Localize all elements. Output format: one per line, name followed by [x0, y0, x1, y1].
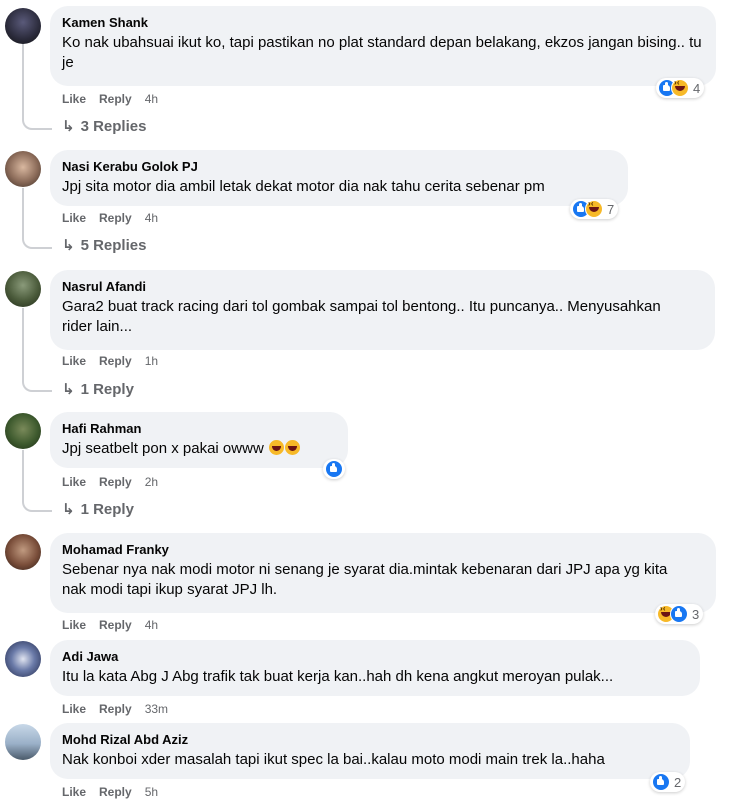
thread-line: [22, 308, 52, 392]
reply-button[interactable]: Reply: [99, 618, 132, 632]
view-replies-link[interactable]: ↳ 3 Replies: [62, 117, 146, 135]
like-button[interactable]: Like: [62, 211, 86, 225]
comment-timestamp[interactable]: 4h: [145, 618, 158, 632]
comment-text-body: Jpj seatbelt pon x pakai owww: [62, 440, 264, 457]
comment-actions: Like Reply 4h: [62, 618, 171, 632]
reaction-summary[interactable]: 3: [655, 604, 704, 624]
comment-author[interactable]: Nasrul Afandi: [62, 278, 703, 295]
laughing-emoji-icon: [268, 440, 284, 455]
avatar[interactable]: [5, 641, 41, 677]
reply-button[interactable]: Reply: [99, 785, 132, 799]
reaction-summary[interactable]: 7: [570, 199, 619, 219]
reaction-summary[interactable]: 2: [650, 772, 686, 792]
avatar[interactable]: [5, 8, 41, 44]
reply-button[interactable]: Reply: [99, 92, 132, 106]
comment-bubble: Kamen Shank Ko nak ubahsuai ikut ko, tap…: [50, 6, 716, 86]
like-icon: [652, 773, 670, 791]
like-icon: [670, 605, 688, 623]
comment-author[interactable]: Nasi Kerabu Golok PJ: [62, 158, 616, 175]
comment-text: Jpj sita motor dia ambil letak dekat mot…: [62, 178, 545, 195]
reply-arrow-icon: ↳: [62, 381, 75, 398]
laughing-emoji-icon: [284, 440, 300, 455]
haha-icon: [585, 199, 603, 218]
reaction-count: 2: [674, 774, 682, 790]
view-replies-link[interactable]: ↳ 5 Replies: [62, 236, 146, 254]
comment-author[interactable]: Hafi Rahman: [62, 420, 336, 437]
reply-button[interactable]: Reply: [99, 354, 132, 368]
comment-bubble: Hafi Rahman Jpj seatbelt pon x pakai oww…: [50, 412, 348, 468]
avatar[interactable]: [5, 724, 41, 760]
reaction-summary[interactable]: [323, 459, 345, 479]
comment-text: Ko nak ubahsuai ikut ko, tapi pastikan n…: [62, 34, 702, 71]
comment-text: Itu la kata Abg J Abg trafik tak buat ke…: [62, 668, 614, 685]
like-button[interactable]: Like: [62, 702, 86, 716]
like-button[interactable]: Like: [62, 475, 86, 489]
comment-author[interactable]: Adi Jawa: [62, 648, 688, 665]
comment-author[interactable]: Kamen Shank: [62, 14, 704, 31]
reply-arrow-icon: ↳: [62, 501, 75, 518]
like-button[interactable]: Like: [62, 785, 86, 799]
reply-button[interactable]: Reply: [99, 475, 132, 489]
reply-button[interactable]: Reply: [99, 211, 132, 225]
comment-author[interactable]: Mohamad Franky: [62, 541, 704, 558]
comment-timestamp[interactable]: 4h: [145, 211, 158, 225]
like-icon: [325, 460, 343, 478]
comment-actions: Like Reply 1h: [62, 354, 171, 368]
thread-line: [22, 44, 52, 130]
avatar[interactable]: [5, 413, 41, 449]
reaction-summary[interactable]: 4: [656, 78, 705, 98]
comment-timestamp[interactable]: 1h: [145, 354, 158, 368]
view-replies-link[interactable]: ↳ 1 Reply: [62, 380, 134, 398]
comment-actions: Like Reply 5h: [62, 785, 171, 799]
comment-text: Nak konboi xder masalah tapi ikut spec l…: [62, 751, 605, 768]
comment-actions: Like Reply 4h: [62, 92, 171, 106]
replies-label: 1 Reply: [80, 501, 134, 518]
haha-icon: [671, 78, 689, 97]
reaction-count: 7: [607, 201, 615, 217]
like-button[interactable]: Like: [62, 618, 86, 632]
thread-line: [22, 450, 52, 512]
replies-label: 5 Replies: [80, 237, 147, 254]
reply-button[interactable]: Reply: [99, 702, 132, 716]
comment-author[interactable]: Mohd Rizal Abd Aziz: [62, 731, 678, 748]
avatar[interactable]: [5, 271, 41, 307]
comment-actions: Like Reply 33m: [62, 702, 181, 716]
like-button[interactable]: Like: [62, 92, 86, 106]
comment-timestamp[interactable]: 4h: [145, 92, 158, 106]
reaction-count: 3: [692, 606, 700, 622]
replies-label: 3 Replies: [80, 118, 147, 135]
comment-actions: Like Reply 2h: [62, 475, 171, 489]
reply-arrow-icon: ↳: [62, 118, 75, 135]
comment-bubble: Nasrul Afandi Gara2 buat track racing da…: [50, 270, 715, 350]
comment-timestamp[interactable]: 5h: [145, 785, 158, 799]
avatar[interactable]: [5, 534, 41, 570]
reaction-count: 4: [693, 80, 701, 96]
replies-label: 1 Reply: [80, 381, 134, 398]
thread-line: [22, 188, 52, 249]
view-replies-link[interactable]: ↳ 1 Reply: [62, 500, 134, 518]
comment-text: Gara2 buat track racing dari tol gombak …: [62, 298, 661, 335]
comment-text: Sebenar nya nak modi motor ni senang je …: [62, 561, 668, 598]
avatar[interactable]: [5, 151, 41, 187]
reply-arrow-icon: ↳: [62, 237, 75, 254]
comment-text: Jpj seatbelt pon x pakai owww: [62, 439, 336, 459]
like-button[interactable]: Like: [62, 354, 86, 368]
comment-timestamp[interactable]: 2h: [145, 475, 158, 489]
comment-bubble: Mohd Rizal Abd Aziz Nak konboi xder masa…: [50, 723, 690, 779]
comment-bubble: Mohamad Franky Sebenar nya nak modi moto…: [50, 533, 716, 613]
comment-timestamp[interactable]: 33m: [145, 702, 168, 716]
comment-bubble: Adi Jawa Itu la kata Abg J Abg trafik ta…: [50, 640, 700, 696]
comment-actions: Like Reply 4h: [62, 211, 171, 225]
comment-bubble: Nasi Kerabu Golok PJ Jpj sita motor dia …: [50, 150, 628, 206]
